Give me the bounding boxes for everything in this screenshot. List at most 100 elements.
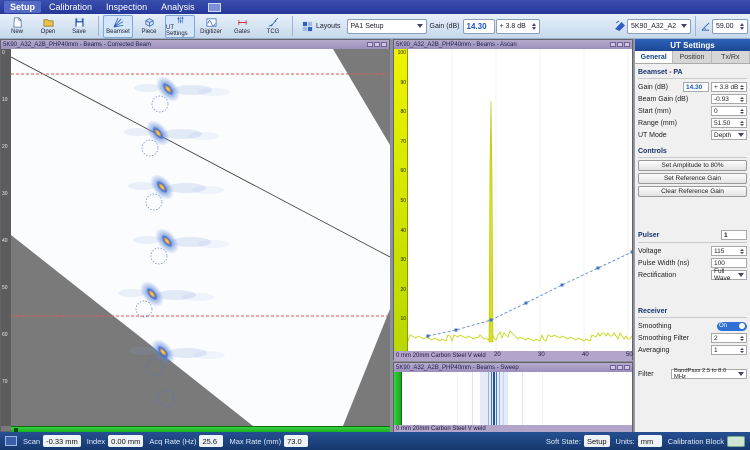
ascan-view-titlebar[interactable]: 5K90_A32_A2B_PHP40mm - Beams - Ascan (394, 40, 632, 49)
spinner-arrows-icon[interactable] (740, 121, 744, 126)
echo-tail (198, 88, 230, 96)
ascan-canvas[interactable] (408, 49, 632, 351)
tcg-curve[interactable] (428, 252, 632, 336)
view-menu-icon[interactable] (367, 42, 373, 47)
tab-txrx[interactable]: Tx/Rx (712, 51, 750, 63)
sweep-echo-line (493, 372, 495, 425)
maximize-icon[interactable] (617, 42, 623, 47)
view-menu-icon[interactable] (610, 42, 616, 47)
smoothing-toggle[interactable]: On (717, 322, 747, 331)
set-reference-gain-button[interactable]: Set Reference Gain (638, 173, 747, 184)
echo-tail (192, 186, 224, 194)
piece-button[interactable]: Piece (134, 15, 164, 38)
gain-offset-stepper[interactable]: + 3.8 dB (711, 82, 747, 92)
amplitude-colorbar: 100908070605040302010 (394, 49, 408, 351)
filter-select[interactable]: BandPass 2.5 to 8.0 MHz (671, 369, 747, 379)
voltage-stepper[interactable]: 115 (711, 246, 747, 256)
close-icon[interactable] (624, 365, 630, 370)
menu-calibration[interactable]: Calibration (43, 1, 98, 13)
tcg-button[interactable]: TCG (258, 15, 288, 38)
beamset-button[interactable]: Beamset (103, 15, 133, 38)
spinner-arrows-icon[interactable] (740, 336, 744, 341)
spinner-arrows-icon[interactable] (740, 348, 744, 353)
open-button[interactable]: Open (33, 15, 63, 38)
tcg-point[interactable] (455, 329, 458, 332)
smoothing-filter-row: Smoothing Filter 2 (638, 332, 747, 344)
tcg-point[interactable] (631, 251, 633, 254)
probe-select-value: 5K90_A32_A2 (631, 23, 676, 30)
gain-label: Gain (dB) (638, 84, 681, 91)
save-button[interactable]: Save (64, 15, 94, 38)
spinner-arrows-icon[interactable] (740, 85, 744, 90)
pulse-width-input[interactable]: 100 (711, 258, 747, 268)
max-rate-value: 73.0 (284, 435, 308, 447)
tcg-point[interactable] (427, 335, 430, 338)
ascan-view: 5K90_A32_A2B_PHP40mm - Beams - Ascan 100… (393, 39, 633, 360)
ut-settings-button-label: UT Settings (166, 25, 194, 37)
ascan-axis-strip: 0 mm 20mm Carbon Steel V weld 20304050 (394, 351, 632, 361)
sweep-canvas[interactable] (402, 372, 632, 425)
sector-view-titlebar[interactable]: 5K90_A32_A2B_PHP40mm - Beams - Corrected… (1, 40, 389, 49)
ut-settings-button[interactable]: UT Settings (165, 15, 195, 38)
setup-select-value: PA1 Setup (351, 23, 384, 30)
toolbar-separator (292, 16, 293, 36)
pulser-number-box[interactable]: 1 (721, 230, 747, 240)
new-button[interactable]: New (2, 15, 32, 38)
start-stepper[interactable]: 0 (711, 106, 747, 116)
smoothing-filter-stepper[interactable]: 2 (711, 333, 747, 343)
probe-select[interactable]: 5K90_A32_A2 (627, 19, 691, 34)
sweep-view-titlebar[interactable]: 5K90_A32_A2B_PHP40mm - Beams - Sweep (394, 363, 632, 372)
beamset-fan-icon (113, 17, 124, 28)
gain-row: Gain (dB) 14.30 + 3.8 dB (638, 81, 747, 93)
maximize-icon[interactable] (617, 365, 623, 370)
spinner-arrows-icon[interactable] (740, 109, 744, 114)
menu-setup[interactable]: Setup (4, 1, 41, 13)
gain-offset-stepper[interactable]: + 3.8 dB (496, 19, 540, 34)
spinner-arrows-icon[interactable] (740, 97, 744, 102)
tcg-point[interactable] (561, 284, 564, 287)
start-row: Start (mm) 0 (638, 105, 747, 117)
start-value: 0 (714, 108, 718, 115)
close-icon[interactable] (624, 42, 630, 47)
setup-select[interactable]: PA1 Setup (347, 19, 427, 34)
maximize-icon[interactable] (374, 42, 380, 47)
range-row: Range (mm) 51.50 (638, 117, 747, 129)
beam-gain-label: Beam Gain (dB) (638, 96, 709, 103)
spinner-arrows-icon[interactable] (740, 23, 744, 30)
range-stepper[interactable]: 51.50 (711, 118, 747, 128)
chevron-down-icon (681, 24, 687, 28)
set-amplitude-button[interactable]: Set Amplitude to 80% (638, 160, 747, 171)
clear-reference-gain-button[interactable]: Clear Reference Gain (638, 186, 747, 197)
window-layout-icon[interactable] (208, 3, 221, 12)
ut-mode-select[interactable]: Depth (711, 130, 747, 140)
layouts-button[interactable]: Layouts (297, 15, 346, 38)
close-icon[interactable] (381, 42, 387, 47)
rectification-select[interactable]: Full Wave (711, 270, 747, 280)
tcg-point[interactable] (490, 319, 493, 322)
averaging-stepper[interactable]: 1 (711, 345, 747, 355)
spinner-arrows-icon[interactable] (740, 249, 744, 254)
sector-scan-canvas[interactable] (11, 49, 390, 426)
gain-value-box[interactable]: 14.30 (683, 82, 709, 92)
spinner-arrows-icon[interactable] (532, 23, 536, 30)
menu-inspection[interactable]: Inspection (100, 1, 153, 13)
tab-general[interactable]: General (635, 51, 673, 63)
chevron-down-icon (738, 372, 744, 376)
view-menu-icon[interactable] (610, 365, 616, 370)
tcg-point[interactable] (597, 267, 600, 270)
digitizer-button[interactable]: Digitizer (196, 15, 226, 38)
chevron-down-icon (417, 24, 423, 28)
angle-stepper[interactable]: 59.00 (712, 19, 748, 34)
gain-value-box[interactable]: 14.30 (463, 19, 495, 34)
tcg-point[interactable] (525, 302, 528, 305)
gain-offset-value: + 3.8 dB (500, 23, 526, 30)
range-label: Range (mm) (638, 120, 709, 127)
tab-position[interactable]: Position (673, 51, 711, 63)
beam-gain-stepper[interactable]: -0.93 (711, 94, 747, 104)
status-icon[interactable] (5, 436, 17, 446)
toolbar-separator (695, 16, 696, 36)
gates-button[interactable]: Gates (227, 15, 257, 38)
amplitude-label: 10 (400, 316, 406, 322)
menu-analysis[interactable]: Analysis (155, 1, 201, 13)
calibration-block-indicator[interactable] (727, 436, 745, 447)
